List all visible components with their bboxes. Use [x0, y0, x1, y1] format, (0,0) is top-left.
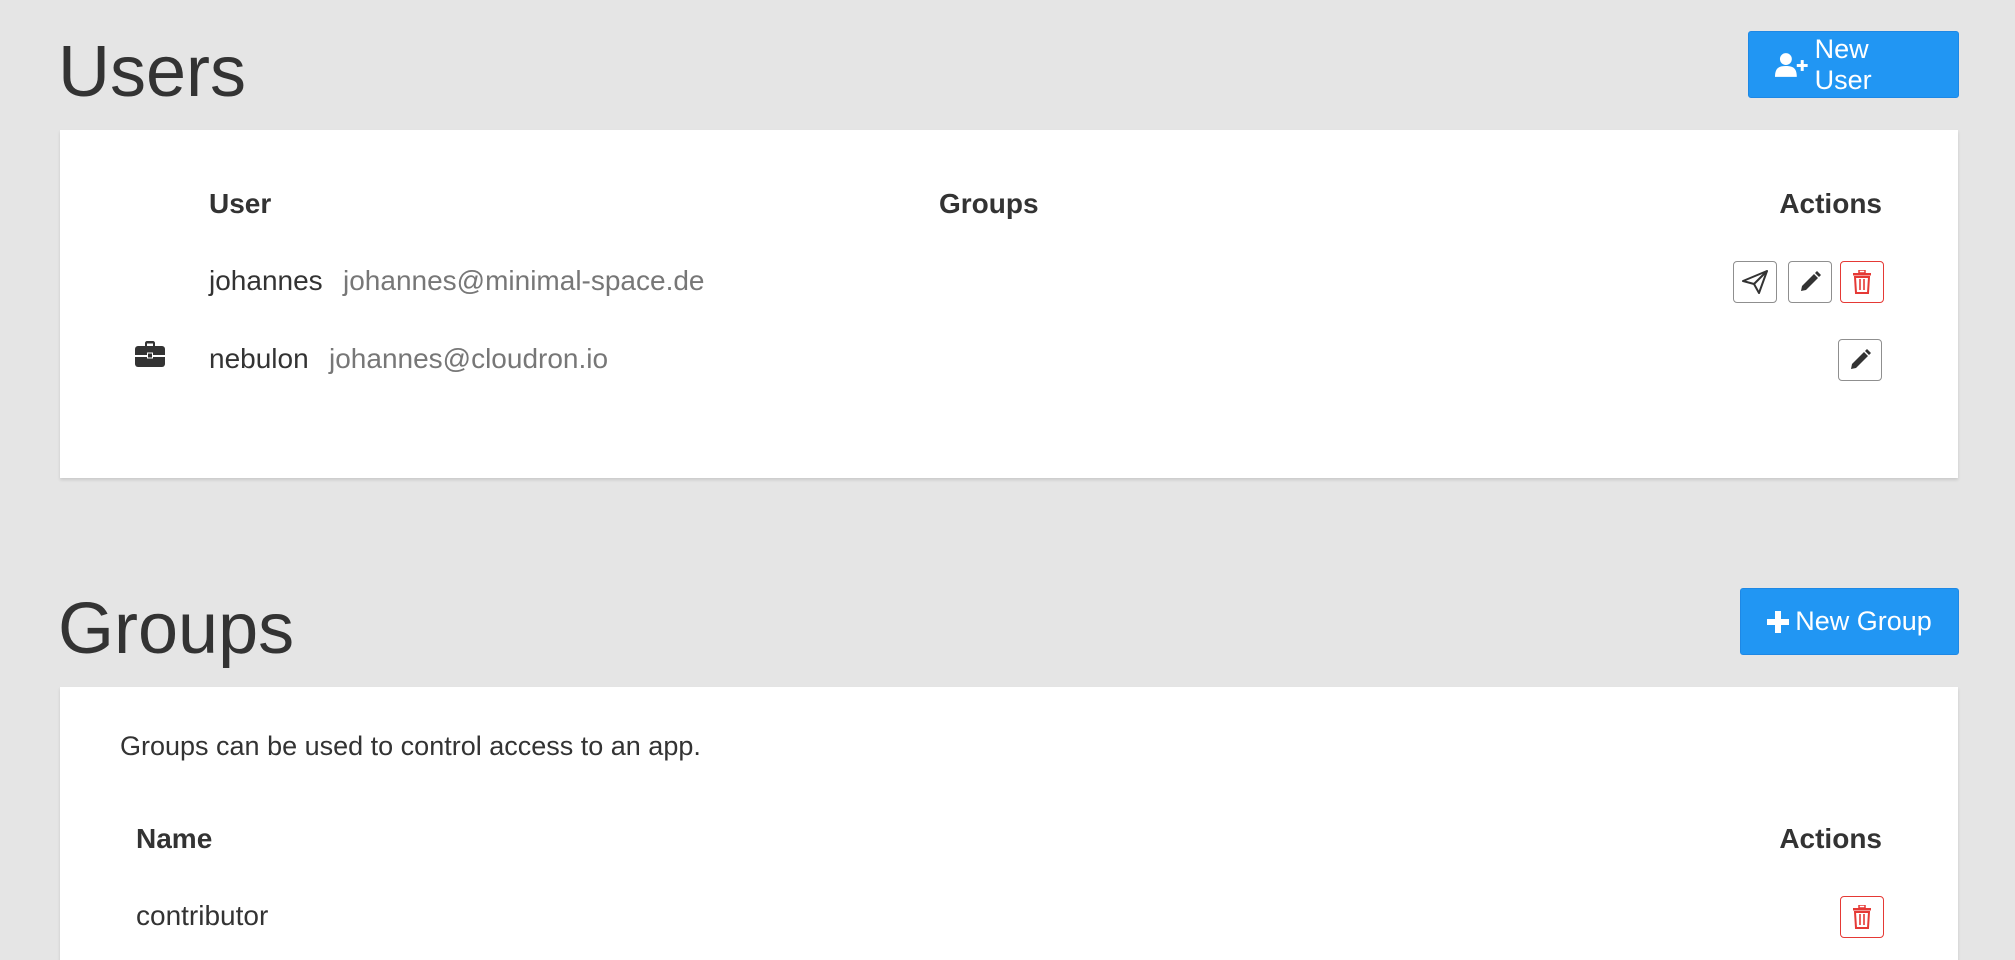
groups-description: Groups can be used to control access to …: [120, 731, 701, 761]
user-email: johannes@minimal-space.de: [343, 265, 705, 296]
groups-title: Groups: [58, 589, 295, 669]
column-header-name: Name: [136, 823, 213, 854]
send-invite-icon: [1742, 270, 1768, 294]
page: Users New User User Groups Actions johan…: [0, 0, 2015, 960]
username: johannes: [209, 265, 323, 296]
delete-user-button[interactable]: [1840, 261, 1884, 303]
column-header-user: User: [209, 188, 272, 219]
username: nebulon: [209, 343, 309, 374]
groups-card: Groups can be used to control access to …: [60, 687, 1958, 960]
column-header-actions: Actions: [1779, 823, 1882, 854]
delete-icon: [1853, 270, 1871, 294]
send-invite-button[interactable]: [1733, 261, 1777, 303]
new-group-button[interactable]: New Group: [1740, 588, 1959, 655]
column-header-actions: Actions: [1779, 188, 1882, 219]
edit-icon: [1851, 349, 1871, 369]
new-user-label: New User: [1814, 33, 1872, 95]
plus-icon: [1767, 610, 1790, 633]
new-user-button[interactable]: New User: [1748, 31, 1959, 98]
delete-group-button[interactable]: [1840, 896, 1884, 938]
edit-user-button[interactable]: [1788, 261, 1832, 303]
new-group-label: New Group: [1795, 606, 1932, 636]
edit-icon: [1801, 271, 1821, 291]
user-email: johannes@cloudron.io: [329, 343, 609, 374]
admin-badge: [135, 341, 165, 372]
users-card: User Groups Actions johannes johannes@mi…: [60, 130, 1958, 478]
edit-user-button[interactable]: [1838, 339, 1882, 381]
group-name: contributor: [136, 900, 269, 931]
column-header-groups: Groups: [939, 188, 1039, 219]
user-plus-icon: [1775, 52, 1808, 77]
users-title: Users: [58, 32, 247, 112]
delete-icon: [1853, 905, 1871, 929]
briefcase-icon: [135, 341, 165, 367]
